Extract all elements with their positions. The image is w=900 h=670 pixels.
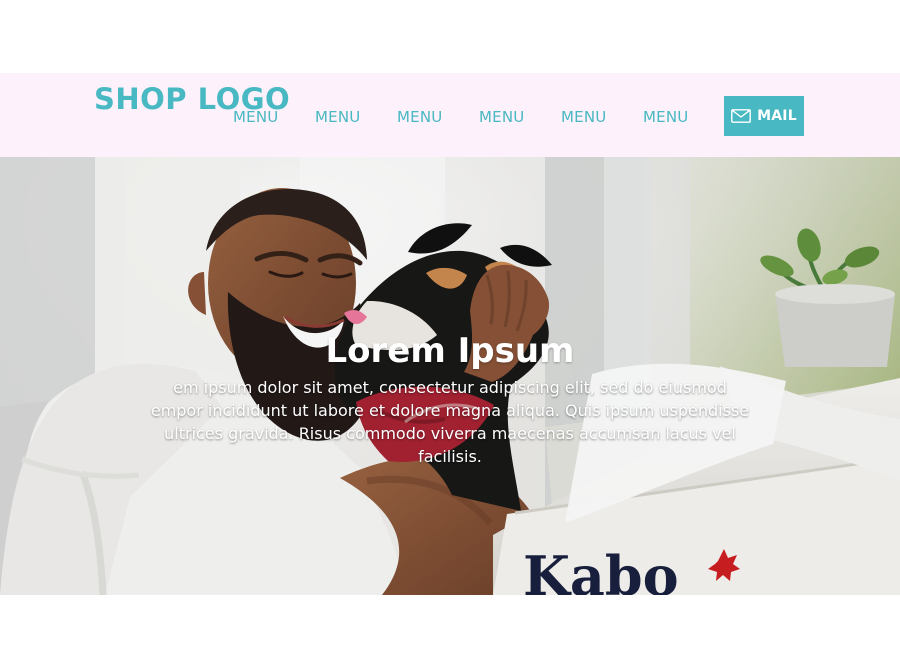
menu-item-6[interactable]: MENU (643, 107, 688, 127)
mail-button-label: MAIL (757, 108, 797, 124)
hero-description: em ipsum dolor sit amet, consectetur adi… (150, 378, 750, 466)
menu-item-1[interactable]: MENU (233, 107, 278, 127)
hero-title: Lorem Ipsum (325, 330, 575, 371)
hero-banner: Kabo Lorem Ipsum em ipsum dolor sit amet… (0, 157, 900, 595)
site-header: SHOP LOGO MENU MENU MENU MENU MENU MENU … (0, 73, 900, 157)
menu-item-3[interactable]: MENU (397, 107, 442, 127)
menu-item-2[interactable]: MENU (315, 107, 360, 127)
mail-button[interactable]: MAIL (724, 96, 804, 136)
mail-icon (731, 109, 752, 123)
menu-item-5[interactable]: MENU (561, 107, 606, 127)
menu-item-4[interactable]: MENU (479, 107, 524, 127)
